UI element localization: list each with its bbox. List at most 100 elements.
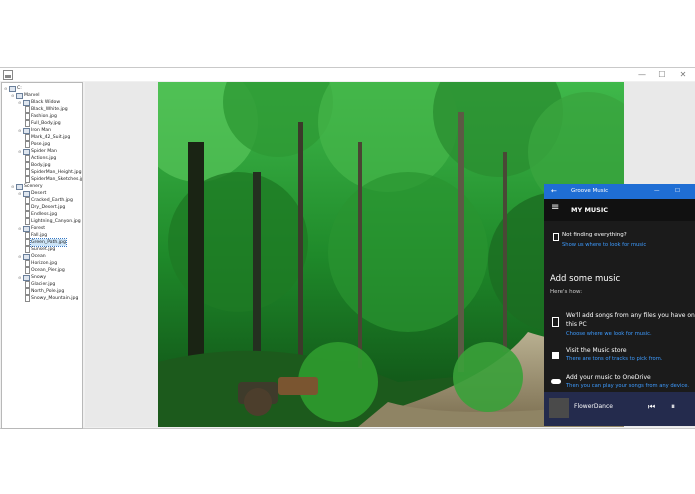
tree-label: Forest <box>31 226 46 231</box>
app-icon <box>3 70 13 80</box>
folder-icon <box>16 183 23 190</box>
file-icon <box>25 141 30 148</box>
tree-folder[interactable]: ⊖ Desert <box>18 190 46 197</box>
tree-file[interactable]: Snowy_Mountain.jpg <box>25 295 78 302</box>
file-icon <box>25 267 30 274</box>
tree-label: Actions.jpg <box>31 156 57 161</box>
file-icon <box>25 113 30 120</box>
tree-file[interactable]: Endless.jpg <box>25 211 57 218</box>
tree-file[interactable]: North_Pole.jpg <box>25 288 64 295</box>
groove-minimize-button[interactable]: — <box>654 184 660 199</box>
previous-track-icon[interactable]: ⏮ <box>648 402 655 412</box>
tree-label: C: <box>17 86 22 91</box>
tree-label: Dry_Desert.jpg <box>31 205 66 210</box>
minimize-button[interactable]: — <box>632 68 652 81</box>
folder-icon <box>23 99 30 106</box>
groove-music-window: ← Groove Music — ☐ ≡ MY MUSIC Not findin… <box>544 184 695 426</box>
file-icon <box>25 169 30 176</box>
groove-header: ≡ MY MUSIC <box>544 199 695 221</box>
tree-file[interactable]: Cracked_Earth.jpg <box>25 197 73 204</box>
tree-folder[interactable]: ⊖ Forest <box>18 225 45 232</box>
heres-how-text: Here's how: <box>550 289 583 295</box>
tree-file[interactable]: Ocean_Pier.jpg <box>25 267 65 274</box>
file-icon <box>25 162 30 169</box>
tree-label: Sunset.jpg <box>31 247 56 252</box>
maximize-button[interactable]: ☐ <box>652 68 672 81</box>
file-icon <box>25 120 30 127</box>
tree-file[interactable]: Body.jpg <box>25 162 51 169</box>
tree-file[interactable]: Full_Body.jpg <box>25 120 61 127</box>
file-icon <box>25 197 30 204</box>
section-title: MY MUSIC <box>571 206 609 214</box>
folder-icon <box>23 148 30 155</box>
tree-folder[interactable]: ⊖ Snowy <box>18 274 46 281</box>
pause-icon[interactable]: ⏸ <box>671 402 675 412</box>
tree-label: Ocean <box>31 254 46 259</box>
file-icon <box>25 232 30 239</box>
tree-folder[interactable]: ⊖ Spider Man <box>18 148 57 155</box>
choose-where-link[interactable]: Choose where we look for music. <box>566 331 652 337</box>
tree-label: Body.jpg <box>31 163 51 168</box>
option1-line2[interactable]: this PC <box>566 321 587 328</box>
tree-file[interactable]: Glacier.jpg <box>25 281 55 288</box>
tree-file[interactable]: Green_Path.jpg <box>25 238 67 247</box>
onedrive-cloud-icon <box>551 379 561 384</box>
tree-file[interactable]: Black_White.jpg <box>25 106 68 113</box>
tree-folder[interactable]: ⊖ Black Widow <box>18 99 60 106</box>
tree-file[interactable]: Fashion.jpg <box>25 113 57 120</box>
visit-store-text[interactable]: Visit the Music store <box>566 347 627 354</box>
tree-folder[interactable]: ⊖ Scenery <box>11 183 43 190</box>
folder-icon <box>16 92 23 99</box>
tree-file[interactable]: Dry_Desert.jpg <box>25 204 65 211</box>
tree-label: Full_Body.jpg <box>31 121 61 126</box>
store-link[interactable]: There are tons of tracks to pick from. <box>566 356 662 362</box>
tree-file[interactable]: Lightning_Canyon.jpg <box>25 218 81 225</box>
file-icon <box>25 176 30 183</box>
tree-file[interactable]: Sunset.jpg <box>25 246 55 253</box>
tree-folder[interactable]: ⊖ C: <box>4 85 22 92</box>
tree-file[interactable]: Fall.jpg <box>25 232 47 239</box>
tree-file[interactable]: Mark_42_Suit.jpg <box>25 134 70 141</box>
onedrive-link[interactable]: Then you can play your songs from any de… <box>566 383 689 389</box>
tree-label: Mark_42_Suit.jpg <box>31 135 71 140</box>
tree-file[interactable]: SpiderMan_Sketches.jpg <box>25 176 82 183</box>
tree-label: Desert <box>31 191 47 196</box>
tree-label: Horizon.jpg <box>31 261 58 266</box>
file-icon <box>25 106 30 113</box>
file-icon <box>25 155 30 162</box>
groove-title-bar: ← Groove Music — ☐ <box>544 184 695 199</box>
tree-label: Ocean_Pier.jpg <box>31 268 65 273</box>
tree-file[interactable]: Pose.jpg <box>25 141 50 148</box>
folder-icon <box>23 225 30 232</box>
back-arrow-icon[interactable]: ← <box>551 184 557 199</box>
hamburger-menu-icon[interactable]: ≡ <box>551 202 559 213</box>
file-icon <box>25 204 30 211</box>
add-music-heading: Add some music <box>550 274 621 284</box>
folder-icon <box>23 253 30 260</box>
tree-label: SpiderMan_Height.jpg <box>31 170 82 175</box>
file-icon <box>25 246 30 253</box>
tree-label: Pose.jpg <box>31 142 51 147</box>
tree-label: Snowy <box>31 275 47 280</box>
tree-label: Green_Path.jpg <box>30 238 67 247</box>
tree-label: Snowy_Mountain.jpg <box>31 296 79 301</box>
tree-folder[interactable]: ⊖ Marvel <box>11 92 40 99</box>
tree-file[interactable]: SpiderMan_Height.jpg <box>25 169 81 176</box>
tree-label: Fashion.jpg <box>31 114 57 119</box>
show-us-link[interactable]: Show us where to look for music <box>562 242 646 248</box>
tree-file[interactable]: Horizon.jpg <box>25 260 57 267</box>
onedrive-text[interactable]: Add your music to OneDrive <box>566 374 651 381</box>
tree-folder[interactable]: ⊖ Iron Man <box>18 127 51 134</box>
tree-label: Endless.jpg <box>31 212 58 217</box>
close-button[interactable]: ✕ <box>673 68 693 81</box>
folder-icon <box>23 190 30 197</box>
option1-line1[interactable]: We'll add songs from any files you have … <box>566 312 695 319</box>
tree-folder[interactable]: ⊖ Ocean <box>18 253 46 260</box>
tree-label: Black_White.jpg <box>31 107 68 112</box>
groove-maximize-button[interactable]: ☐ <box>675 184 680 199</box>
not-finding-text: Not finding everything? <box>562 232 627 238</box>
device-icon <box>553 233 559 241</box>
tree-label: North_Pole.jpg <box>31 289 65 294</box>
tree-file[interactable]: Actions.jpg <box>25 155 56 162</box>
folder-tree[interactable]: ⊖ C: ⊖ Marvel ⊖ Black Widow Black_White.jpg Fas… <box>1 82 83 429</box>
